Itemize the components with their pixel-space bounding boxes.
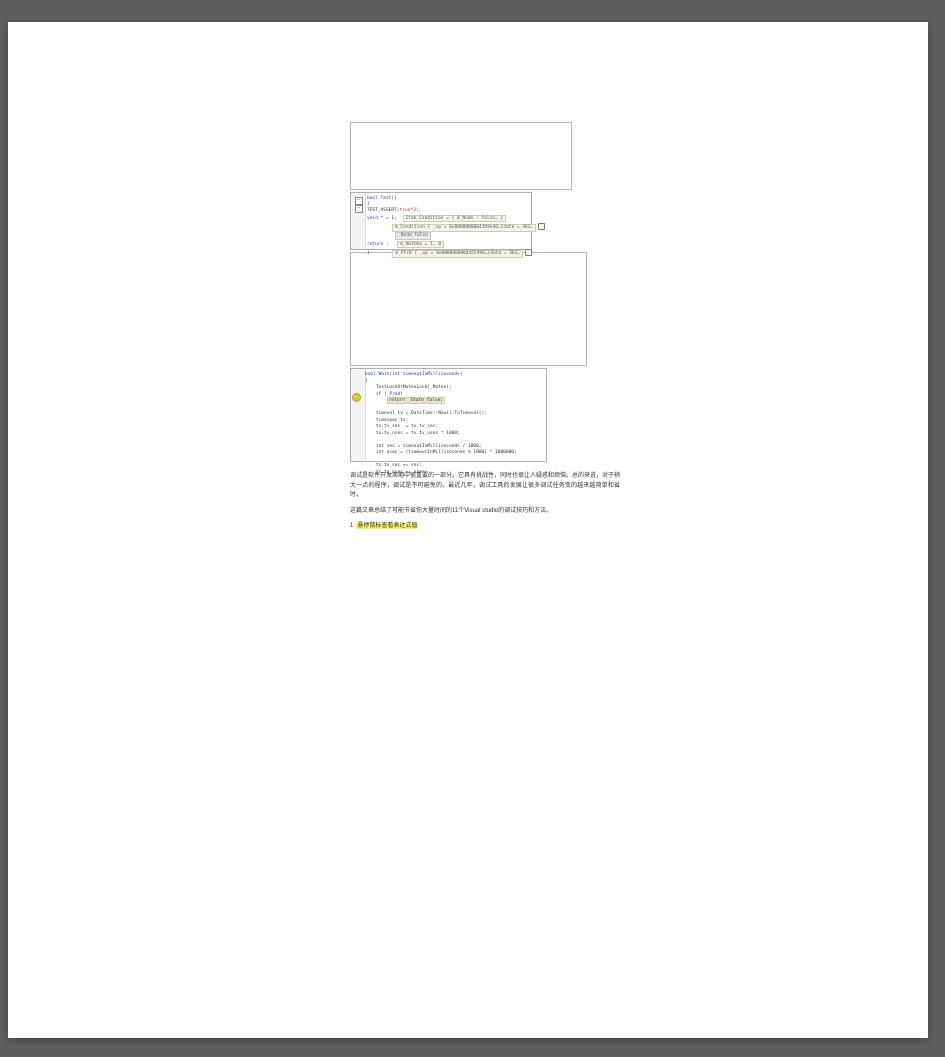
figure-placeholder-1 bbox=[350, 122, 572, 190]
magnify-icon bbox=[538, 223, 545, 230]
document-page: bool Test() { TEST_ASSERT(true*3); void … bbox=[8, 22, 928, 1038]
code-line: int nsec = (timeoutInMilliseconds % 1000… bbox=[365, 450, 517, 455]
heading-number: 1 bbox=[350, 522, 353, 532]
code-gutter bbox=[351, 193, 366, 249]
magnify-icon bbox=[525, 249, 532, 256]
heading-text: 悬停鼠标查看表达式值 bbox=[356, 523, 418, 529]
text-run: 的调试技巧和方法。 bbox=[498, 508, 552, 514]
fold-icon bbox=[355, 205, 363, 213]
code-line: { bbox=[365, 379, 368, 384]
code-line: int sec = timeoutInMilliseconds / 1000; bbox=[365, 444, 482, 449]
debug-tooltip: Item Condition = { 0_Node : false… } bbox=[403, 215, 507, 223]
section-heading: 1悬停鼠标查看表达式值 bbox=[350, 522, 620, 532]
code-token: } bbox=[367, 251, 370, 256]
figure-placeholder-2 bbox=[350, 252, 587, 366]
code-token: { bbox=[367, 202, 529, 208]
debug-tooltip: m_Ptr0 { _vp = 0x0000000004455498…{data … bbox=[392, 250, 523, 258]
code-line: ts.tv_nsec += nsec; bbox=[365, 470, 427, 475]
document-content: bool Test() { TEST_ASSERT(true*3); void … bbox=[350, 122, 910, 538]
code-line: bool Wait(int timeoutInMilliseconds) bbox=[365, 372, 463, 377]
code-token: = 1; bbox=[383, 216, 397, 221]
text-run: 这篇文章总结了可能节省你大量时间的11个 bbox=[350, 508, 464, 514]
debug-tooltip: m_NxtOne = 1, 0 bbox=[397, 241, 444, 249]
debug-current-line: return _State false; bbox=[387, 397, 445, 404]
code-line: timespec ts; bbox=[365, 418, 408, 423]
breakpoint-icon bbox=[352, 393, 361, 402]
code-gutter bbox=[351, 369, 366, 461]
debug-tooltip: m_Condition { _vp = 0x0000000004369e40…{… bbox=[392, 224, 536, 232]
code-token: (true*3); bbox=[397, 208, 421, 213]
code-line: ts.tv_sec = tv.tv_sec; bbox=[365, 424, 438, 429]
paragraph: 调试是软件开发周期中很重要的一部分。它具有挑战性，同时也很让人疑惑和烦恼。总的来… bbox=[350, 472, 620, 501]
text-run: Visual studio bbox=[464, 508, 498, 514]
code-line: ts.tv_sec += sec; bbox=[365, 463, 422, 468]
code-screenshot-1: bool Test() { TEST_ASSERT(true*3); void … bbox=[350, 192, 532, 250]
code-body: bool Wait(int timeoutInMilliseconds) { T… bbox=[365, 372, 543, 476]
code-token: TEST_ASSERT bbox=[367, 208, 397, 213]
code-token: bool Test() bbox=[367, 196, 397, 201]
code-line: if (_Pred) bbox=[365, 392, 403, 397]
paragraph: 这篇文章总结了可能节省你大量时间的11个Visual studio的调试技巧和方… bbox=[350, 507, 620, 517]
code-line: timeval tv = DateTime::Now().ToTimeval()… bbox=[365, 411, 487, 416]
debug-tooltip: _Node false bbox=[395, 232, 431, 240]
code-line: ts.tv_nsec = tv.tv_usec * 1000; bbox=[365, 431, 460, 436]
code-body: bool Test() { TEST_ASSERT(true*3); void … bbox=[367, 195, 529, 258]
article-body: 调试是软件开发周期中很重要的一部分。它具有挑战性，同时也很让人疑惑和烦恼。总的来… bbox=[350, 472, 620, 532]
code-token: void * bbox=[367, 216, 383, 221]
code-line: TestLockOrMutexLock(_Mutex); bbox=[365, 385, 452, 390]
code-token: return ; bbox=[367, 242, 389, 247]
viewport: bool Test() { TEST_ASSERT(true*3); void … bbox=[0, 0, 945, 1057]
code-screenshot-2: bool Wait(int timeoutInMilliseconds) { T… bbox=[350, 368, 547, 462]
